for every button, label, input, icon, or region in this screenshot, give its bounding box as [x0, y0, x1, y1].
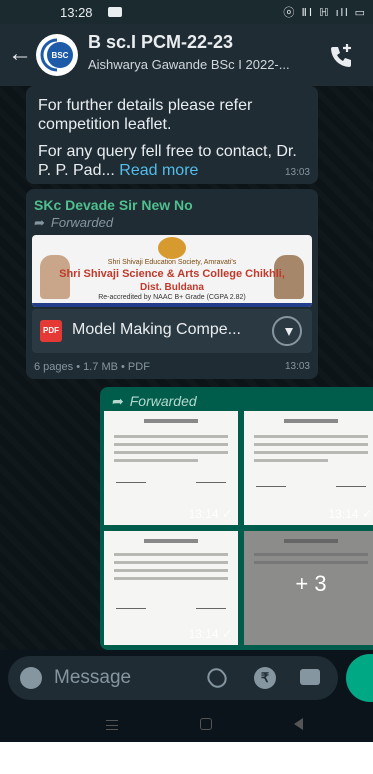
status-time: 13:28	[60, 5, 93, 20]
add-call-icon[interactable]	[327, 42, 355, 70]
message-time: 13:03	[284, 167, 310, 178]
home-icon[interactable]	[200, 718, 212, 730]
pdf-icon: PDF	[40, 320, 62, 342]
preview-banner	[32, 303, 312, 307]
forwarded-text: Forwarded	[50, 215, 114, 230]
recent-apps-icon[interactable]	[106, 720, 118, 730]
doc-heading	[284, 539, 338, 543]
group-title[interactable]: B sc.I PCM-22-23	[88, 32, 233, 53]
system-nav-bar	[0, 706, 373, 742]
signature	[116, 473, 146, 483]
document-name[interactable]: Model Making Compe...	[72, 321, 241, 339]
document-meta: 6 pages • 1.7 MB • PDF	[34, 361, 150, 373]
college-logo-icon: BSC	[37, 35, 77, 75]
doc-text-line	[114, 435, 228, 438]
forward-arrow-icon: ➦	[34, 215, 45, 230]
chat-area[interactable]: For further details please refer competi…	[0, 86, 373, 650]
message-text: For further details please refer competi…	[38, 97, 253, 133]
signature	[196, 473, 226, 483]
mic-button[interactable]	[346, 654, 373, 702]
doc-text-line	[114, 553, 228, 556]
message-time: 13:03	[284, 361, 310, 372]
message-placeholder: Message	[54, 667, 132, 688]
image-album-bubble[interactable]: ➦ Forwarded 13:14 ✓ 13:14 ✓ 13:14 ✓ + 3	[100, 387, 373, 650]
message-bubble[interactable]: For further details please refer competi…	[26, 86, 318, 184]
nav-back-icon[interactable]	[294, 718, 303, 730]
message-text: For any query fell free to contact, Dr. …	[38, 142, 308, 180]
image-thumbnail[interactable]: 13:14 ✓	[104, 531, 238, 645]
doc-text-line	[254, 561, 368, 564]
doc-text-line	[254, 435, 368, 438]
doc-heading	[144, 419, 198, 423]
document-preview[interactable]: Shri Shivaji Education Society, Amravati…	[32, 235, 312, 307]
signature	[116, 599, 146, 609]
message-notification-icon	[108, 7, 122, 17]
preview-line: Shri Shivaji Education Society, Amravati…	[107, 259, 237, 266]
camera-icon[interactable]	[300, 669, 320, 685]
attach-icon[interactable]	[203, 664, 231, 692]
read-more-link[interactable]: Read more	[119, 162, 198, 179]
signature	[336, 477, 366, 487]
doc-text-line	[254, 459, 328, 462]
preview-college-name: Shri Shivaji Science & Arts College Chik…	[59, 268, 285, 280]
college-emblem-icon	[158, 237, 186, 259]
group-avatar[interactable]: BSC	[36, 34, 78, 76]
sender-name[interactable]: SKc Devade Sir New No	[34, 197, 193, 213]
status-bar: 13:28 ⓞ ⅡⅠ ℍ ıll ▭	[0, 0, 373, 24]
doc-text-line	[114, 561, 228, 564]
status-icons: ⓞ ⅡⅠ ℍ ıll ▭	[283, 7, 367, 19]
more-images-thumbnail[interactable]: + 3	[244, 531, 373, 645]
download-icon[interactable]	[272, 316, 302, 346]
preview-district: Dist. Buldana	[140, 282, 204, 293]
doc-text-line	[114, 577, 228, 580]
more-images-count: + 3	[295, 571, 327, 596]
doc-heading	[284, 419, 338, 423]
preview-line: Re-accredited by NAAC B+ Grade (CGPA 2.8…	[98, 294, 246, 301]
message-input[interactable]: Message ₹	[8, 656, 338, 700]
doc-text-line	[254, 451, 368, 454]
emoji-icon[interactable]	[20, 667, 42, 689]
image-time: 13:14 ✓	[328, 507, 372, 521]
forwarded-label: ➦ Forwarded	[34, 215, 113, 231]
doc-text-line	[254, 553, 368, 556]
signature	[256, 477, 286, 487]
forwarded-label: ➦ Forwarded	[112, 393, 197, 410]
doc-text-line	[114, 443, 228, 446]
forwarded-text: Forwarded	[129, 393, 197, 409]
back-arrow-icon[interactable]: ←	[8, 40, 32, 68]
image-thumbnail[interactable]: 13:14 ✓	[104, 411, 238, 525]
document-message-bubble[interactable]: SKc Devade Sir New No ➦ Forwarded Shri Sh…	[26, 189, 318, 379]
doc-text-line	[114, 451, 228, 454]
doc-text-line	[254, 443, 368, 446]
image-time: 13:14 ✓	[188, 627, 232, 641]
chat-header[interactable]: ← BSC B sc.I PCM-22-23 Aishwarya Gawande…	[0, 24, 373, 86]
svg-text:BSC: BSC	[52, 51, 69, 60]
message-input-bar: Message ₹	[0, 650, 373, 706]
image-grid: 13:14 ✓ 13:14 ✓ 13:14 ✓ + 3	[104, 411, 373, 647]
doc-heading	[144, 539, 198, 543]
image-time: 13:14 ✓	[188, 507, 232, 521]
group-members[interactable]: Aishwarya Gawande BSc I 2022-...	[88, 57, 290, 72]
doc-text-line	[114, 569, 228, 572]
document-bar[interactable]: PDF Model Making Compe...	[32, 309, 312, 353]
doc-text-line	[114, 459, 198, 462]
phone-screen: 13:28 ⓞ ⅡⅠ ℍ ıll ▭ ← BSC B sc.I PCM-22-2…	[0, 0, 373, 742]
image-thumbnail[interactable]: 13:14 ✓	[244, 411, 373, 525]
payment-icon[interactable]: ₹	[254, 667, 276, 689]
signature	[196, 599, 226, 609]
forward-arrow-icon: ➦	[112, 393, 124, 409]
